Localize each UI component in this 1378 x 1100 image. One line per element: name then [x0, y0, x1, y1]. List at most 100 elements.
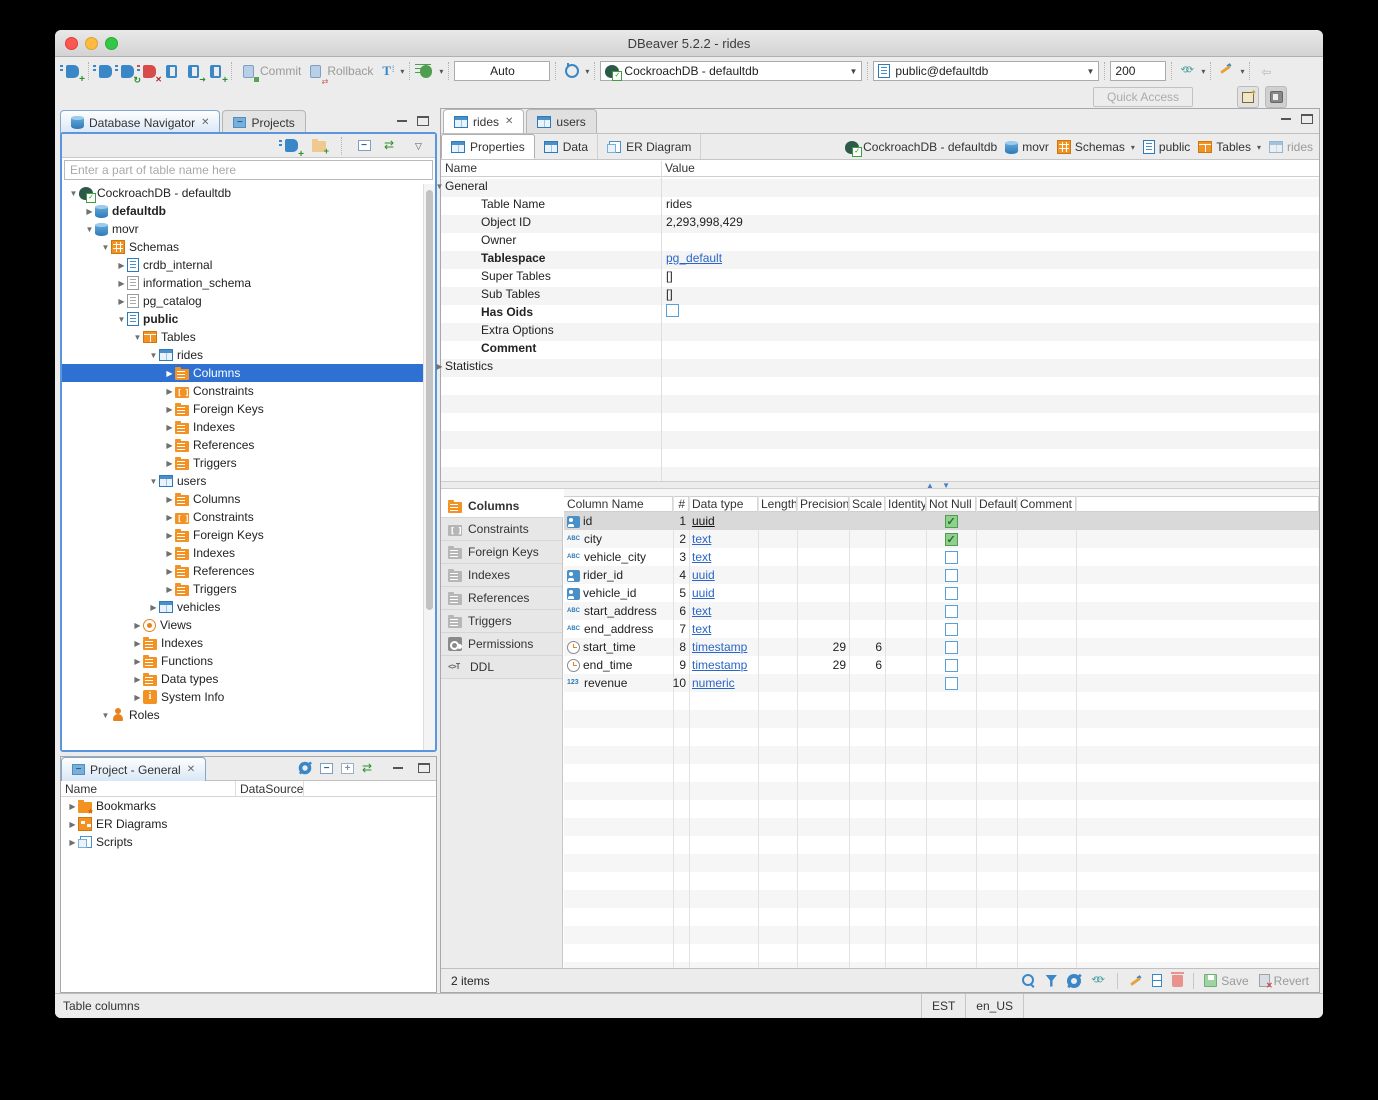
not-null-checkbox[interactable]: [945, 623, 958, 636]
column-row-end-time[interactable]: end_time9timestamp296: [564, 656, 1319, 674]
tree-item-foreign-keys[interactable]: ▶Foreign Keys: [62, 400, 423, 418]
expand-arrow-icon[interactable]: ▶: [84, 207, 95, 216]
minimize-view-icon[interactable]: [392, 763, 404, 773]
properties-value-header[interactable]: Value: [665, 161, 695, 175]
tree-item-movr[interactable]: ▼movr: [62, 220, 423, 238]
expand-arrow-icon[interactable]: ▶: [434, 362, 445, 371]
tree-item-constraints[interactable]: ▶Constraints: [62, 508, 423, 526]
not-null-checkbox[interactable]: [945, 605, 958, 618]
expand-arrow-icon[interactable]: ▶: [164, 423, 175, 432]
column-name-cell[interactable]: end_address: [564, 620, 673, 638]
tree-item-defaultdb[interactable]: ▶defaultdb: [62, 202, 423, 220]
collapse-arrow-icon[interactable]: ▼: [434, 182, 445, 191]
tree-item-indexes[interactable]: ▶Indexes: [62, 634, 423, 652]
expand-arrow-icon[interactable]: ▶: [67, 802, 78, 811]
not-null-cell[interactable]: [926, 512, 976, 530]
link-with-editor-icon[interactable]: [362, 762, 378, 775]
data-type-link[interactable]: text: [692, 550, 711, 564]
tree-item-constraints[interactable]: ▶Constraints: [62, 382, 423, 400]
collapse-all-icon[interactable]: [320, 763, 333, 774]
delete-icon[interactable]: [1172, 975, 1183, 987]
column-name-cell[interactable]: revenue: [564, 674, 673, 692]
expand-arrow-icon[interactable]: ▶: [132, 675, 143, 684]
new-connection-icon[interactable]: [63, 62, 81, 80]
collapse-arrow-icon[interactable]: ▼: [84, 225, 95, 234]
connection-combo[interactable]: CockroachDB - defaultdb ▼: [600, 61, 862, 81]
open-perspective-button[interactable]: [1237, 86, 1259, 108]
column-name-cell[interactable]: start_address: [564, 602, 673, 620]
property-row-has-oids[interactable]: Has Oids: [441, 303, 1319, 321]
quick-access-input[interactable]: Quick Access: [1093, 87, 1193, 107]
rollback-icon[interactable]: [306, 62, 324, 80]
breadcrumb-item-schemas[interactable]: Schemas▾: [1055, 140, 1137, 154]
expand-arrow-icon[interactable]: ▶: [132, 657, 143, 666]
grid-header--[interactable]: #: [673, 497, 689, 511]
grid-header-identity[interactable]: Identity: [885, 497, 926, 511]
column-row-city[interactable]: city2text: [564, 530, 1319, 548]
data-type-link[interactable]: uuid: [692, 514, 715, 528]
breadcrumb-item-public[interactable]: public: [1141, 140, 1192, 154]
disconnect-icon[interactable]: [140, 62, 158, 80]
close-icon[interactable]: ✕: [187, 764, 195, 775]
refresh-icon[interactable]: [1091, 974, 1107, 988]
not-null-cell[interactable]: [926, 674, 976, 692]
expand-arrow-icon[interactable]: ▶: [164, 549, 175, 558]
grid-header-column-name[interactable]: Column Name: [564, 497, 673, 511]
expand-arrow-icon[interactable]: ▶: [164, 531, 175, 540]
new-sql-icon[interactable]: [206, 62, 224, 80]
expand-all-icon[interactable]: [341, 763, 354, 774]
side-tab-columns[interactable]: Columns: [441, 495, 564, 518]
expand-arrow-icon[interactable]: ▶: [164, 513, 175, 522]
project-item-bookmarks[interactable]: ▶Bookmarks: [61, 797, 436, 815]
side-tab-constraints[interactable]: Constraints: [441, 518, 562, 541]
gear-icon[interactable]: [299, 762, 312, 775]
tree-item-triggers[interactable]: ▶Triggers: [62, 454, 423, 472]
tree-item-triggers[interactable]: ▶Triggers: [62, 580, 423, 598]
properties-name-header[interactable]: Name: [445, 161, 477, 175]
property-row-statistics[interactable]: ▶Statistics: [441, 357, 1319, 375]
not-null-checkbox[interactable]: [945, 569, 958, 582]
not-null-cell[interactable]: [926, 548, 976, 566]
expand-arrow-icon[interactable]: ▶: [164, 441, 175, 450]
column-name-cell[interactable]: vehicle_city: [564, 548, 673, 566]
not-null-checkbox[interactable]: [945, 641, 958, 654]
property-row-object-id[interactable]: Object ID2,293,998,429: [441, 213, 1319, 231]
edit-icon[interactable]: [1128, 974, 1142, 988]
column-name-cell[interactable]: vehicle_id: [564, 584, 673, 602]
subtab-properties[interactable]: Properties: [441, 134, 535, 159]
tab-project-general[interactable]: Project - General ✕: [61, 757, 206, 781]
new-connection-icon[interactable]: [282, 137, 300, 155]
property-row-tablespace[interactable]: Tablespacepg_default: [441, 249, 1319, 267]
tree-item-public[interactable]: ▼public: [62, 310, 423, 328]
filter-icon[interactable]: [1045, 975, 1057, 987]
expand-arrow-icon[interactable]: ▶: [164, 459, 175, 468]
data-type-cell[interactable]: text: [689, 620, 758, 638]
project-item-er-diagrams[interactable]: ▶ER Diagrams: [61, 815, 436, 833]
data-type-link[interactable]: uuid: [692, 568, 715, 582]
expand-arrow-icon[interactable]: ▶: [164, 585, 175, 594]
tree-item-indexes[interactable]: ▶Indexes: [62, 418, 423, 436]
save-button[interactable]: Save: [1204, 974, 1248, 988]
not-null-cell[interactable]: [926, 530, 976, 548]
tree-item-columns[interactable]: ▶Columns: [62, 490, 423, 508]
expand-arrow-icon[interactable]: ▶: [132, 693, 143, 702]
not-null-cell[interactable]: [926, 602, 976, 620]
collapse-arrow-icon[interactable]: ▼: [132, 333, 143, 342]
side-tab-triggers[interactable]: Triggers: [441, 610, 562, 633]
side-tab-references[interactable]: References: [441, 587, 562, 610]
grid-header-not-null[interactable]: Not Null: [926, 497, 976, 511]
expand-arrow-icon[interactable]: ▶: [116, 297, 127, 306]
column-row-rider-id[interactable]: rider_id4uuid: [564, 566, 1319, 584]
side-tab-foreign-keys[interactable]: Foreign Keys: [441, 541, 562, 564]
not-null-checkbox[interactable]: [945, 515, 958, 528]
collapse-arrow-icon[interactable]: ▼: [148, 351, 159, 360]
grid-header-default[interactable]: Default: [976, 497, 1017, 511]
close-icon[interactable]: ✕: [201, 117, 209, 128]
expand-arrow-icon[interactable]: ▶: [132, 621, 143, 630]
data-type-cell[interactable]: text: [689, 602, 758, 620]
horizontal-splitter[interactable]: ▲ ▼: [441, 481, 1319, 489]
dbeaver-perspective-button[interactable]: [1265, 86, 1287, 108]
tree-item-views[interactable]: ▶Views: [62, 616, 423, 634]
property-link[interactable]: pg_default: [666, 251, 722, 265]
maximize-editor-icon[interactable]: [1301, 114, 1313, 124]
